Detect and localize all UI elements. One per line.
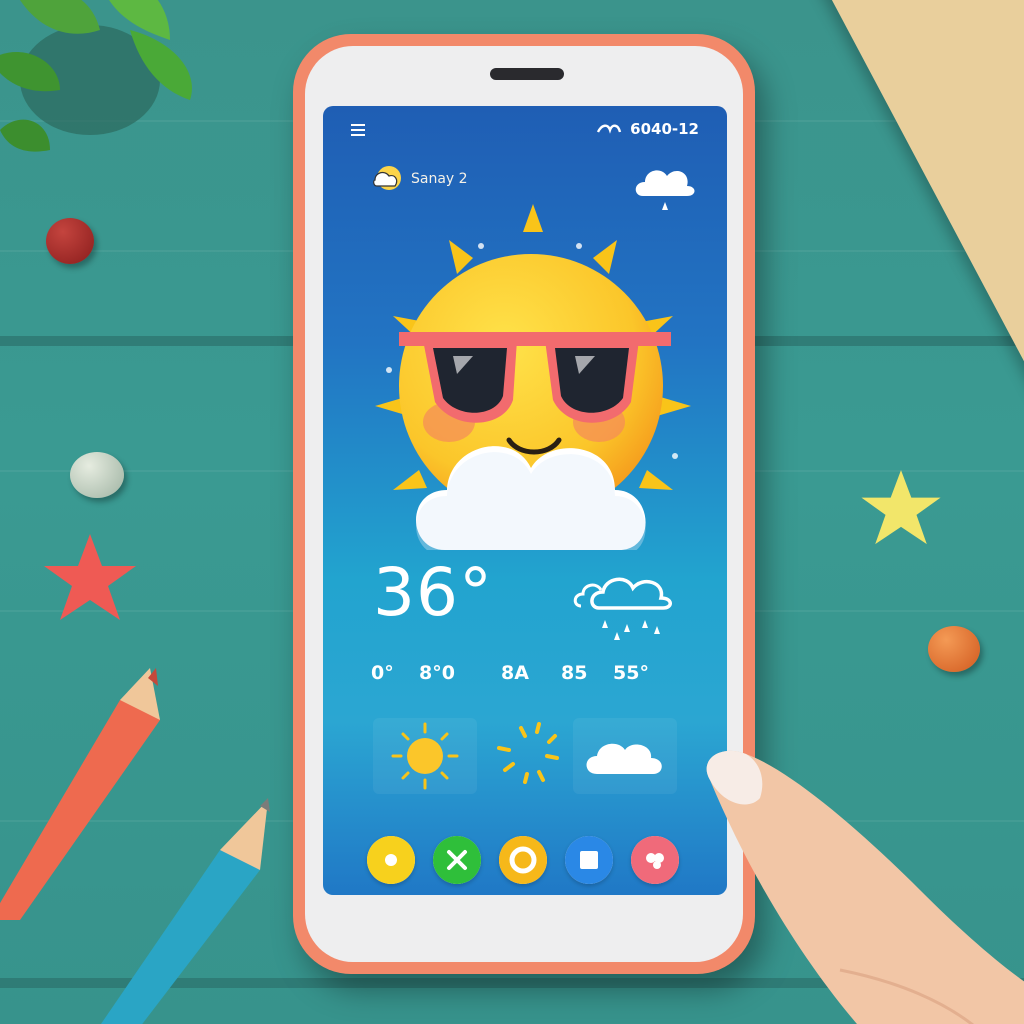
phone: 6040-12 Sanay 2 36° 0° 8°0 8A 85 55° <box>293 34 755 974</box>
orange-bead <box>928 626 980 672</box>
paper-decoration <box>800 0 1024 435</box>
forecast-tile-cloud[interactable] <box>573 718 677 794</box>
tab-square[interactable] <box>565 836 613 884</box>
white-bead <box>70 452 124 498</box>
signal-icon <box>597 124 622 134</box>
yellow-star-decoration <box>861 470 941 545</box>
square-icon <box>565 836 613 884</box>
mini-stats-row: 0° 8°0 8A 85 55° <box>323 662 727 692</box>
phone-speaker <box>490 68 564 80</box>
mini-stat: 8°0 <box>419 662 455 684</box>
tab-favorites[interactable] <box>631 836 679 884</box>
sun-with-sunglasses-illustration <box>375 204 691 550</box>
red-bead <box>46 218 94 264</box>
tab-home[interactable] <box>367 836 415 884</box>
sun-icon <box>391 722 459 790</box>
bottom-tab-bar <box>323 836 727 886</box>
mini-stat: 55° <box>613 662 649 684</box>
location-label: Sanay 2 <box>411 171 468 187</box>
blue-pencil <box>100 798 270 1024</box>
sun-rays-icon <box>497 722 559 784</box>
phone-bezel: 6040-12 Sanay 2 36° 0° 8°0 8A 85 55° <box>305 46 743 962</box>
status-indicators: 6040-12 <box>596 120 699 138</box>
red-star-decoration <box>44 534 136 620</box>
scene: 6040-12 Sanay 2 36° 0° 8°0 8A 85 55° <box>0 0 1024 1024</box>
plant-decoration <box>0 0 192 152</box>
mini-stat: 0° <box>371 662 394 684</box>
mini-stat: 8A <box>501 662 529 684</box>
heart-icon <box>631 836 679 884</box>
dot-icon <box>367 836 415 884</box>
x-icon <box>433 836 481 884</box>
ring-icon <box>499 836 547 884</box>
forecast-tile-sun[interactable] <box>373 718 477 794</box>
finger <box>706 750 1024 1024</box>
cloud-icon <box>586 743 662 774</box>
forecast-tile-rays[interactable] <box>481 718 585 794</box>
weather-app-screen: 6040-12 Sanay 2 36° 0° 8°0 8A 85 55° <box>323 106 727 895</box>
menu-icon[interactable] <box>351 124 365 136</box>
tab-close[interactable] <box>433 836 481 884</box>
status-time: 6040-12 <box>630 120 699 138</box>
current-temperature: 36° <box>373 554 493 631</box>
rain-clouds-icon <box>573 577 672 640</box>
mini-stat: 85 <box>561 662 588 684</box>
tab-ring[interactable] <box>499 836 547 884</box>
status-bar: 6040-12 <box>323 116 727 138</box>
